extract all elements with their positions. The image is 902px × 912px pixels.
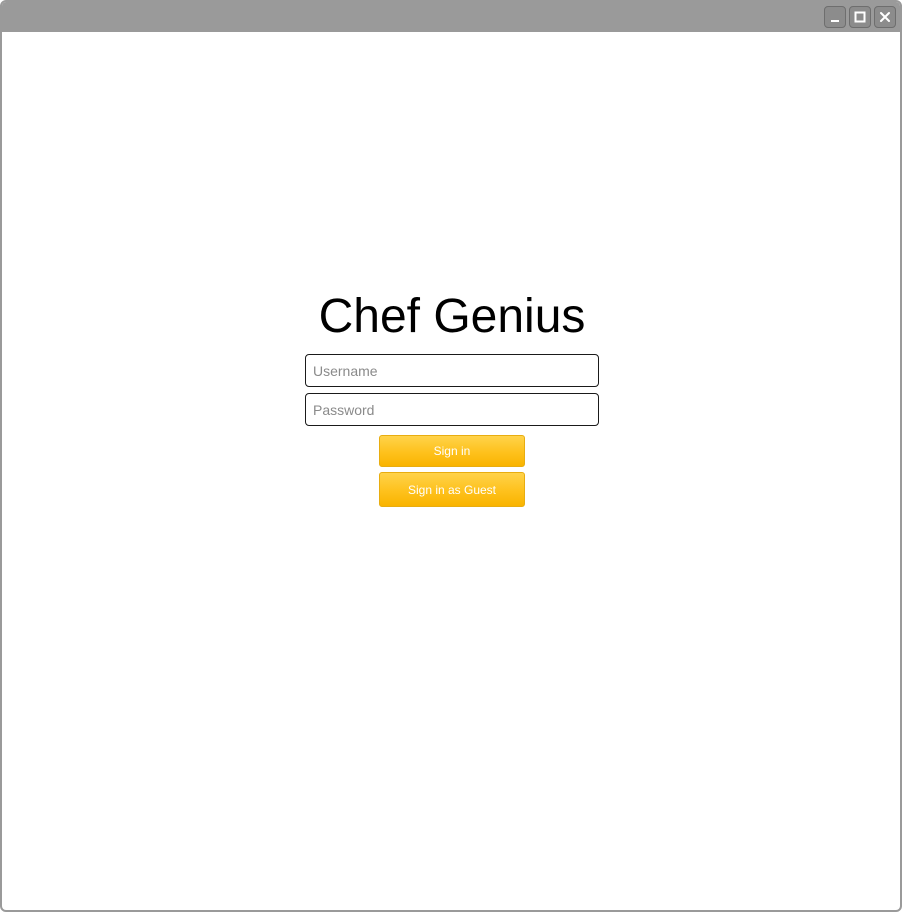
close-button[interactable] [874, 6, 896, 28]
username-field[interactable] [305, 354, 599, 387]
maximize-icon [854, 11, 866, 23]
maximize-button[interactable] [849, 6, 871, 28]
password-field[interactable] [305, 393, 599, 426]
sign-in-as-guest-button-label: Sign in as Guest [407, 482, 497, 497]
sign-in-button-label: Sign in [433, 444, 471, 458]
window-controls [824, 6, 896, 28]
minimize-button[interactable] [824, 6, 846, 28]
sign-in-as-guest-button[interactable]: Sign in as Guest [379, 472, 525, 507]
sign-in-button[interactable]: Sign in [379, 435, 525, 467]
app-window: Chef Genius Sign in Sign in as Guest [0, 0, 902, 912]
login-form: Chef Genius Sign in Sign in as Guest [304, 288, 600, 507]
close-icon [880, 12, 890, 22]
title-bar [2, 2, 900, 32]
app-title: Chef Genius [318, 290, 586, 343]
minimize-icon [831, 20, 839, 22]
